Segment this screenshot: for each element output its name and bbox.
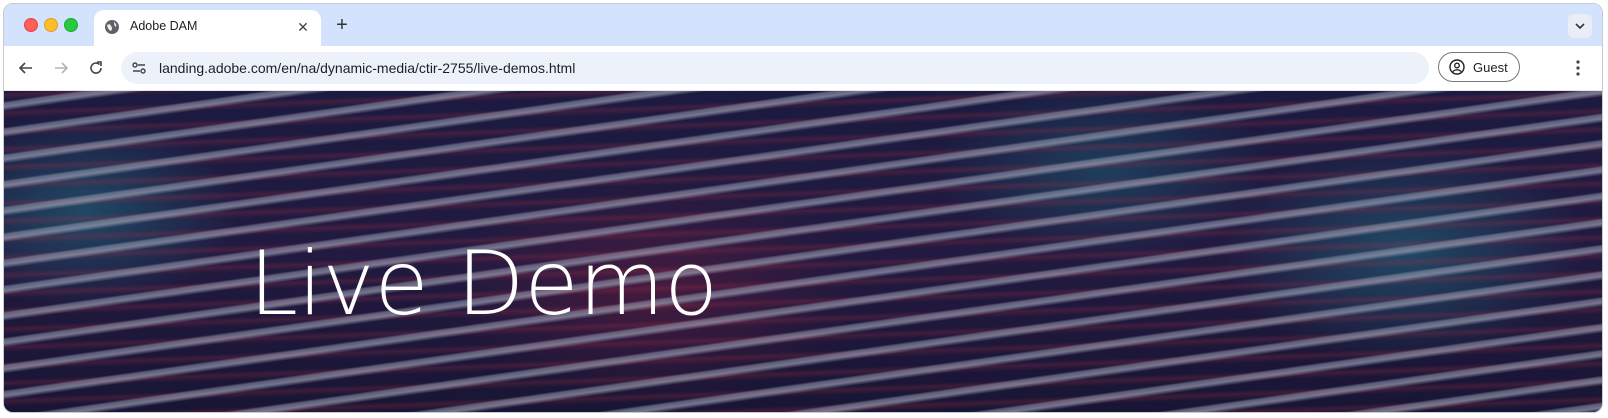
page-title: Live Demo <box>249 232 719 335</box>
tab-strip: Adobe DAM ✕ + <box>4 4 1602 46</box>
tab-adobe-dam[interactable]: Adobe DAM ✕ <box>94 10 321 46</box>
address-bar[interactable]: landing.adobe.com/en/na/dynamic-media/ct… <box>121 52 1429 84</box>
hero-banner: Live Demo <box>4 91 1602 412</box>
close-window-button[interactable] <box>24 18 38 32</box>
more-vert-icon[interactable] <box>1568 56 1588 80</box>
hero-background-image <box>4 91 1602 412</box>
profile-label: Guest <box>1473 60 1508 75</box>
account-circle-icon <box>1449 59 1465 75</box>
arrow-left-icon[interactable] <box>14 56 38 80</box>
toolbar: landing.adobe.com/en/na/dynamic-media/ct… <box>4 46 1602 91</box>
browser-window: Adobe DAM ✕ + landing.adobe.com/en/na/dy… <box>3 3 1603 413</box>
tab-title: Adobe DAM <box>130 19 198 33</box>
arrow-right-icon[interactable] <box>49 56 73 80</box>
globe-icon <box>104 19 120 35</box>
zoom-window-button[interactable] <box>64 18 78 32</box>
tune-icon[interactable] <box>131 60 147 76</box>
plus-icon[interactable]: + <box>330 14 354 38</box>
chevron-down-icon[interactable] <box>1568 14 1592 38</box>
url-text[interactable]: landing.adobe.com/en/na/dynamic-media/ct… <box>159 60 575 76</box>
close-icon[interactable]: ✕ <box>293 17 313 37</box>
profile-button[interactable]: Guest <box>1438 52 1520 82</box>
reload-icon[interactable] <box>84 56 108 80</box>
minimize-window-button[interactable] <box>44 18 58 32</box>
